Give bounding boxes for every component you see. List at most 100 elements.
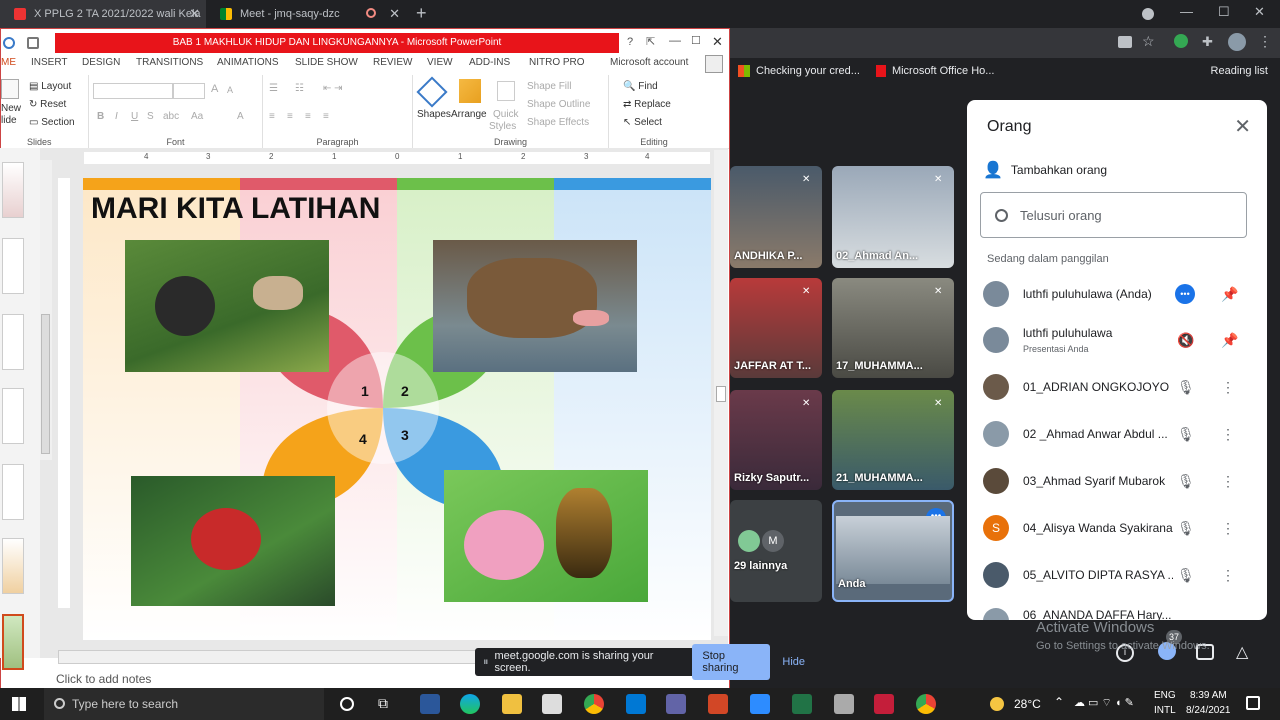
notification-icon[interactable] [1246,696,1260,710]
list-item[interactable]: S 04_Alisya Wanda Syakirana 🎙 ⋮ [967,506,1267,550]
bear-image[interactable] [433,240,637,372]
menu-dots-icon[interactable]: ⋮ [1258,33,1272,50]
windows-start-icon[interactable] [12,697,26,711]
slide-thumbnail[interactable] [2,314,24,370]
shapes-label[interactable]: Shapes [417,109,451,120]
participant-tile[interactable]: ✕ 21_MUHAMMA... [832,390,954,490]
weather-temp[interactable]: 28°C [1014,697,1041,711]
tab-insert[interactable]: INSERT [31,57,68,68]
justify-icon[interactable]: ≡ [323,111,329,122]
arrange-icon[interactable] [459,79,481,103]
tab-review[interactable]: REVIEW [373,57,412,68]
edge-icon[interactable] [460,694,480,714]
word-icon[interactable] [420,694,440,714]
taskbar-search[interactable]: Type here to search [44,688,324,720]
close-window-icon[interactable]: ✕ [1254,4,1265,20]
more-vert-icon[interactable]: ⋮ [1221,567,1235,584]
tab-home[interactable]: ME [1,57,16,68]
avatar[interactable] [705,55,723,73]
scrollbar-thumb[interactable] [41,314,50,454]
slide-heading[interactable]: MARI KITA LATIHAN [91,192,380,226]
strikethrough-icon[interactable]: abc [163,111,179,122]
more-participants-tile[interactable]: M 29 lainnya [730,500,822,602]
thumbnail-scrollbar[interactable] [40,160,52,460]
list-item[interactable]: 05_ALVITO DIPTA RASYA ... 🎙 ⋮ [967,553,1267,597]
quick-styles-icon[interactable] [497,81,515,101]
more-vert-icon[interactable]: ⋮ [1221,520,1235,537]
tab-meet[interactable]: Meet - jmq-saqy-dzc ✕ [206,0,406,28]
tab-design[interactable]: DESIGN [82,57,120,68]
more-options-icon[interactable]: ••• [1175,284,1195,304]
search-people-field[interactable]: Telusuri orang [980,192,1247,238]
ribbon-display-icon[interactable]: ⇱ [646,35,655,48]
slide-thumbnail[interactable] [2,388,24,444]
close-icon[interactable]: ✕ [189,6,200,22]
font-name-field[interactable] [93,83,173,99]
find-button[interactable]: 🔍 Find [623,81,658,92]
layout-button[interactable]: ▤ Layout [29,81,71,92]
shape-outline-button[interactable]: Shape Outline [527,99,590,110]
italic-icon[interactable]: I [115,111,118,122]
rafflesia-image[interactable] [131,476,335,606]
reading-list-button[interactable]: Reading list [1211,65,1268,77]
cortana-icon[interactable] [340,697,354,711]
tab-classroom[interactable]: X PPLG 2 TA 2021/2022 wali Kela ✕ [0,0,206,28]
arrange-label[interactable]: Arrange [451,109,487,120]
font-size-field[interactable] [173,83,205,99]
shadow-icon[interactable]: S [147,111,154,122]
maximize-icon[interactable]: ☐ [691,34,701,47]
chicken-cat-image[interactable] [125,240,329,372]
hide-button[interactable]: Hide [782,656,805,668]
minimize-icon[interactable]: — [1180,4,1193,19]
list-item[interactable]: 03_Ahmad Syarif Mubarok 🎙 ⋮ [967,459,1267,503]
participant-tile[interactable]: ✕ Rizky Saputr... [730,390,822,490]
shapes-icon[interactable] [416,76,448,108]
numbering-icon[interactable]: ☷ [295,83,304,94]
chrome-icon[interactable] [584,694,604,714]
new-slide-label[interactable]: New [1,103,21,114]
tab-add-ins[interactable]: ADD-INS [469,57,510,68]
shrink-font-icon[interactable]: A [227,85,233,95]
lang-line-1[interactable]: ENG [1154,690,1176,701]
clock-time[interactable]: 8:39 AM [1190,690,1227,701]
align-right-icon[interactable]: ≡ [305,111,311,122]
quick-access-icon[interactable] [27,37,39,49]
powerpoint-icon[interactable] [708,694,728,714]
shape-effects-button[interactable]: Shape Effects [527,117,589,128]
list-item[interactable]: 02 _Ahmad Anwar Abdul ... 🎙 ⋮ [967,412,1267,456]
undo-icon[interactable] [3,37,15,49]
slide-thumbnail[interactable] [2,162,24,218]
participant-tile[interactable]: ✕ ANDHIKA P... [730,166,822,268]
bullets-icon[interactable]: ☰ [269,83,278,94]
self-tile[interactable]: ••• Anda [832,500,954,602]
shape-fill-button[interactable]: Shape Fill [527,81,571,92]
participant-tile[interactable]: ✕ JAFFAR AT T... [730,278,822,378]
close-icon[interactable]: ✕ [1234,114,1251,139]
account-menu[interactable]: Microsoft account [610,57,688,68]
horizontal-scrollbar[interactable] [58,650,478,664]
bookmark-item[interactable]: Microsoft Office Ho... [892,65,995,77]
scrollbar-thumb[interactable] [716,386,726,402]
list-item[interactable]: 06_ANANDA DAFFA Hary... [967,600,1267,620]
slide-canvas[interactable]: MARI KITA LATIHAN 1 2 4 3 [83,178,711,640]
help-icon[interactable]: ? [627,36,633,48]
more-vert-icon[interactable]: ⋮ [1221,379,1235,396]
weather-icon[interactable] [990,697,1004,711]
task-view-icon[interactable]: ⧉ [378,695,388,712]
font-color-icon[interactable]: A [237,111,244,122]
file-explorer-icon[interactable] [502,694,522,714]
slide-scrollbar[interactable] [714,150,728,636]
change-case-icon[interactable]: Aa [191,111,203,122]
avatar[interactable] [1228,33,1246,51]
tab-search-icon[interactable] [1142,8,1154,20]
tab-transitions[interactable]: TRANSITIONS [136,57,203,68]
pin-icon[interactable]: 📌 [1221,286,1238,303]
tab-slide-show[interactable]: SLIDE SHOW [295,57,358,68]
maximize-icon[interactable]: ☐ [1218,4,1230,20]
camera-icon[interactable] [1118,36,1132,48]
teams-icon[interactable] [666,694,686,714]
select-button[interactable]: ↖ Select [623,117,662,128]
participant-tile[interactable]: ✕ 02_Ahmad An... [832,166,954,268]
bookmark-item[interactable]: Checking your cred... [756,65,860,77]
star-icon[interactable]: ☆ [1142,33,1155,50]
